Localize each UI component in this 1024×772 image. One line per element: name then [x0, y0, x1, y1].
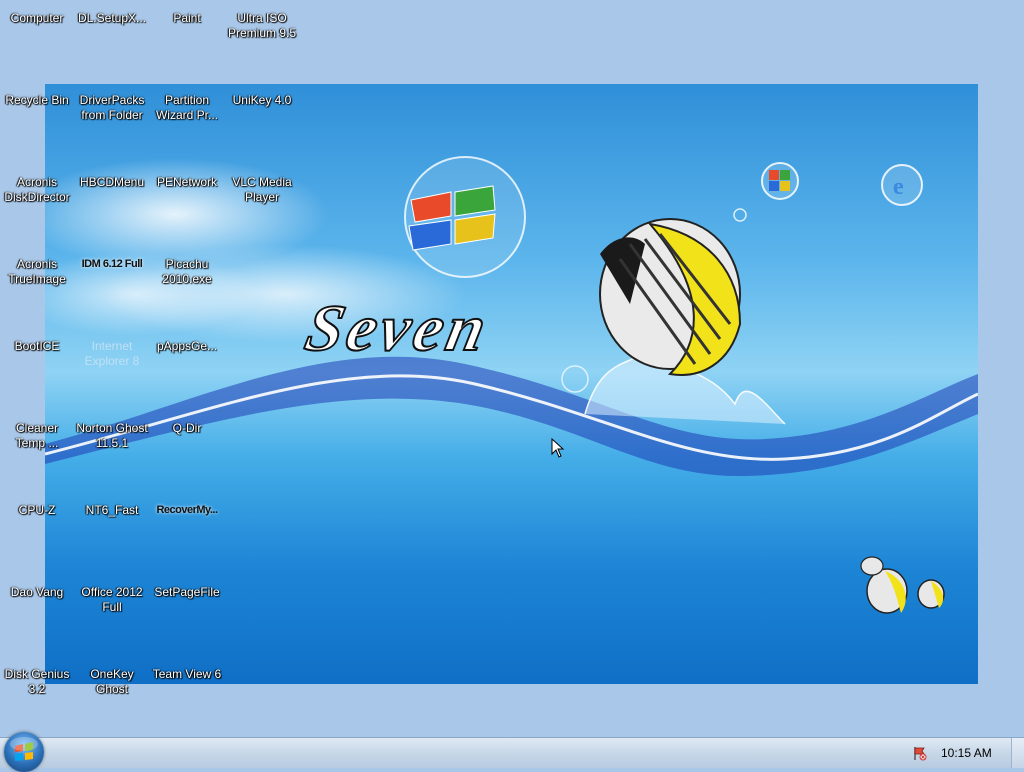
desktop-icon-picachu[interactable]: Picachu 2010.exe: [150, 257, 224, 287]
icon-label: Acronis DiskDirector: [4, 175, 70, 204]
desktop-icon-q-dir[interactable]: Q-Dir: [150, 421, 224, 436]
windows-start-orb-icon: [10, 737, 38, 761]
start-button[interactable]: [4, 732, 44, 772]
svg-text:e: e: [893, 174, 904, 200]
icon-label: Ultra ISO Premium 9.5: [227, 11, 297, 40]
icon-label: PENetwork: [156, 175, 218, 189]
icon-label: Paint: [173, 11, 201, 25]
desktop-icon-dl-setupx[interactable]: DL.SetupX...: [75, 11, 149, 26]
icon-label: CPU-Z: [18, 503, 56, 517]
desktop-icon-nt6-fast[interactable]: NT6_Fast: [75, 503, 149, 518]
desktop-icon-cleaner-temp[interactable]: Cleaner Temp ...: [0, 421, 74, 451]
desktop-icon-office-2012[interactable]: Office 2012 Full: [75, 585, 149, 615]
desktop-icon-dao-vang[interactable]: Dao Vang: [0, 585, 74, 600]
wallpaper-seven-logo: Seven: [298, 291, 497, 366]
desktop-icon-onekey-ghost[interactable]: OneKey Ghost: [75, 667, 149, 697]
icon-label: Cleaner Temp ...: [15, 421, 59, 450]
desktop-icon-ultra-iso[interactable]: Ultra ISO Premium 9.5: [225, 11, 299, 41]
icon-label: HBCDMenu: [79, 175, 145, 189]
desktop-icon-norton-ghost[interactable]: Norton Ghost 11.5.1: [75, 421, 149, 451]
desktop-icon-disk-genius[interactable]: Disk Genius 3.2: [0, 667, 74, 697]
icon-label: Internet Explorer 8: [84, 339, 140, 368]
desktop-icon-hbcdmenu[interactable]: HBCDMenu: [75, 175, 149, 190]
desktop-icon-bootice[interactable]: BootICE: [0, 339, 74, 354]
desktop-icon-partition-wizard[interactable]: Partition Wizard Pr...: [150, 93, 224, 123]
desktop-icon-penetwork[interactable]: PENetwork: [150, 175, 224, 190]
icon-label: NT6_Fast: [85, 503, 139, 517]
taskbar: 10:15 AM: [0, 732, 1024, 772]
icon-label: OneKey Ghost: [90, 667, 134, 696]
desktop-icon-paint[interactable]: Paint: [150, 11, 224, 26]
desktop-icon-idm[interactable]: IDM 6.12 Full: [75, 257, 149, 272]
icon-label: Office 2012 Full: [81, 585, 143, 614]
icon-label: Partition Wizard Pr...: [155, 93, 218, 122]
desktop-icon-computer[interactable]: Computer: [0, 11, 74, 26]
icon-label: UniKey 4.0: [232, 93, 292, 107]
desktop-icon-internet-explorer[interactable]: Internet Explorer 8: [75, 339, 149, 369]
icon-label: Disk Genius 3.2: [4, 667, 70, 696]
icon-label: DL.SetupX...: [77, 11, 147, 25]
icon-label: RecoverMy...: [156, 504, 218, 516]
icon-label: SetPageFile: [154, 585, 220, 599]
icon-label: Team View 6: [152, 667, 222, 681]
icon-label: Norton Ghost 11.5.1: [76, 421, 148, 450]
taskbar-clock[interactable]: 10:15 AM: [941, 746, 992, 760]
icon-label: VLC Media Player: [232, 175, 292, 204]
desktop-icon-cpu-z[interactable]: CPU-Z: [0, 503, 74, 518]
icon-label: BootICE: [14, 339, 60, 353]
icon-label: Acronis TrueImage: [8, 257, 66, 286]
system-tray: 10:15 AM: [904, 738, 1024, 768]
desktop-icon-pappsge[interactable]: pAppsGe...: [150, 339, 224, 354]
icon-label: IDM 6.12 Full: [81, 258, 143, 270]
show-desktop-button[interactable]: [1011, 738, 1024, 768]
icon-label: Picachu 2010.exe: [162, 257, 212, 286]
icon-label: DriverPacks from Folder: [79, 93, 145, 122]
desktop-icon-recycle-bin[interactable]: Recycle Bin: [0, 93, 74, 108]
icon-label: Recycle Bin: [5, 93, 69, 107]
desktop-icon-setpagefile[interactable]: SetPageFile: [150, 585, 224, 600]
icon-label: Dao Vang: [10, 585, 64, 599]
action-center-flag-icon[interactable]: [912, 745, 928, 766]
desktop-icon-driverpacks[interactable]: DriverPacks from Folder: [75, 93, 149, 123]
desktop-icon-unikey[interactable]: UniKey 4.0: [225, 93, 299, 108]
desktop-icon-vlc[interactable]: VLC Media Player: [225, 175, 299, 205]
icon-label: Computer: [10, 11, 64, 25]
mouse-pointer-icon: [551, 437, 565, 463]
desktop-icon-recovermy[interactable]: RecoverMy...: [150, 503, 224, 518]
icon-label: pAppsGe...: [156, 339, 218, 353]
icon-label: Q-Dir: [172, 421, 202, 435]
desktop-icon-acronis-diskdirector[interactable]: Acronis DiskDirector: [0, 175, 74, 205]
desktop-icon-team-view[interactable]: Team View 6: [150, 667, 224, 682]
desktop-icon-acronis-trueimage[interactable]: Acronis TrueImage: [0, 257, 74, 287]
